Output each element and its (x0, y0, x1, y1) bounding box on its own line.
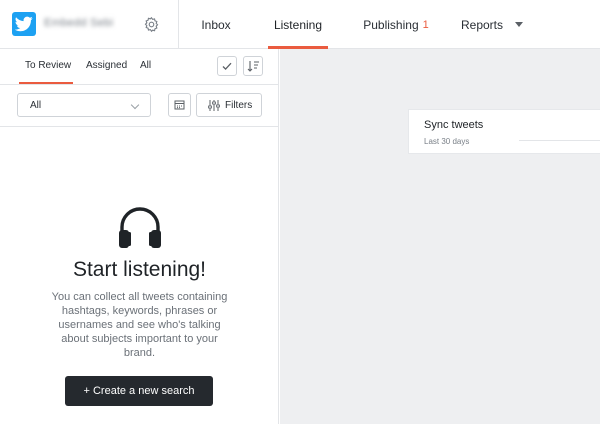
sync-card-title: Sync tweets (424, 119, 484, 131)
check-icon (222, 62, 232, 71)
sort-icon (247, 61, 259, 72)
calendar-icon (174, 100, 185, 110)
stream-select[interactable]: All (17, 93, 151, 117)
stream-select-value: All (30, 100, 42, 111)
tab-inbox[interactable]: Inbox (190, 0, 242, 49)
tab-inbox-label: Inbox (201, 17, 231, 32)
tab-publishing-label: Publishing (363, 17, 419, 32)
filters-button[interactable]: Filters (196, 93, 262, 117)
tab-listening[interactable]: Listening (268, 0, 328, 49)
review-subtabs: To Review Assigned All (0, 49, 279, 85)
mark-reviewed-button[interactable] (217, 56, 237, 76)
chevron-down-icon (130, 100, 140, 110)
filter-bar: All Filters (0, 85, 279, 127)
gear-icon[interactable] (143, 16, 160, 33)
active-subtab-indicator (19, 82, 73, 84)
stream-area: Sync tweets Last 30 days (280, 49, 600, 424)
date-range-button[interactable] (168, 93, 191, 117)
account-switcher[interactable]: Embedd Sebi (0, 0, 179, 49)
subtab-assigned[interactable]: Assigned (86, 60, 127, 71)
twitter-bird-icon (12, 12, 36, 36)
tab-publishing[interactable]: Publishing 1 (358, 0, 434, 49)
top-nav-bar: Embedd Sebi Inbox Listening Publishing 1… (0, 0, 600, 49)
publishing-count-badge: 1 (422, 18, 429, 31)
subtab-all[interactable]: All (140, 60, 151, 71)
subtab-to-review[interactable]: To Review (25, 60, 71, 71)
empty-state-description: You can collect all tweets containing ha… (51, 291, 228, 359)
sort-button[interactable] (243, 56, 263, 76)
headphones-icon (116, 205, 164, 253)
account-name: Embedd Sebi (44, 17, 114, 29)
tab-reports[interactable]: Reports (456, 0, 528, 49)
empty-state-title: Start listening! (72, 258, 207, 281)
sync-card-subtitle: Last 30 days (424, 137, 470, 146)
filters-label: Filters (225, 100, 253, 111)
sync-tweets-card[interactable]: Sync tweets Last 30 days (409, 110, 600, 153)
create-search-label: + Create a new search (83, 385, 195, 397)
create-search-button[interactable]: + Create a new search (65, 376, 213, 406)
sync-progress-track (519, 140, 600, 141)
tab-listening-label: Listening (273, 17, 323, 32)
chevron-down-icon (515, 22, 524, 27)
tab-reports-label: Reports (460, 17, 504, 32)
sliders-icon (208, 100, 220, 111)
